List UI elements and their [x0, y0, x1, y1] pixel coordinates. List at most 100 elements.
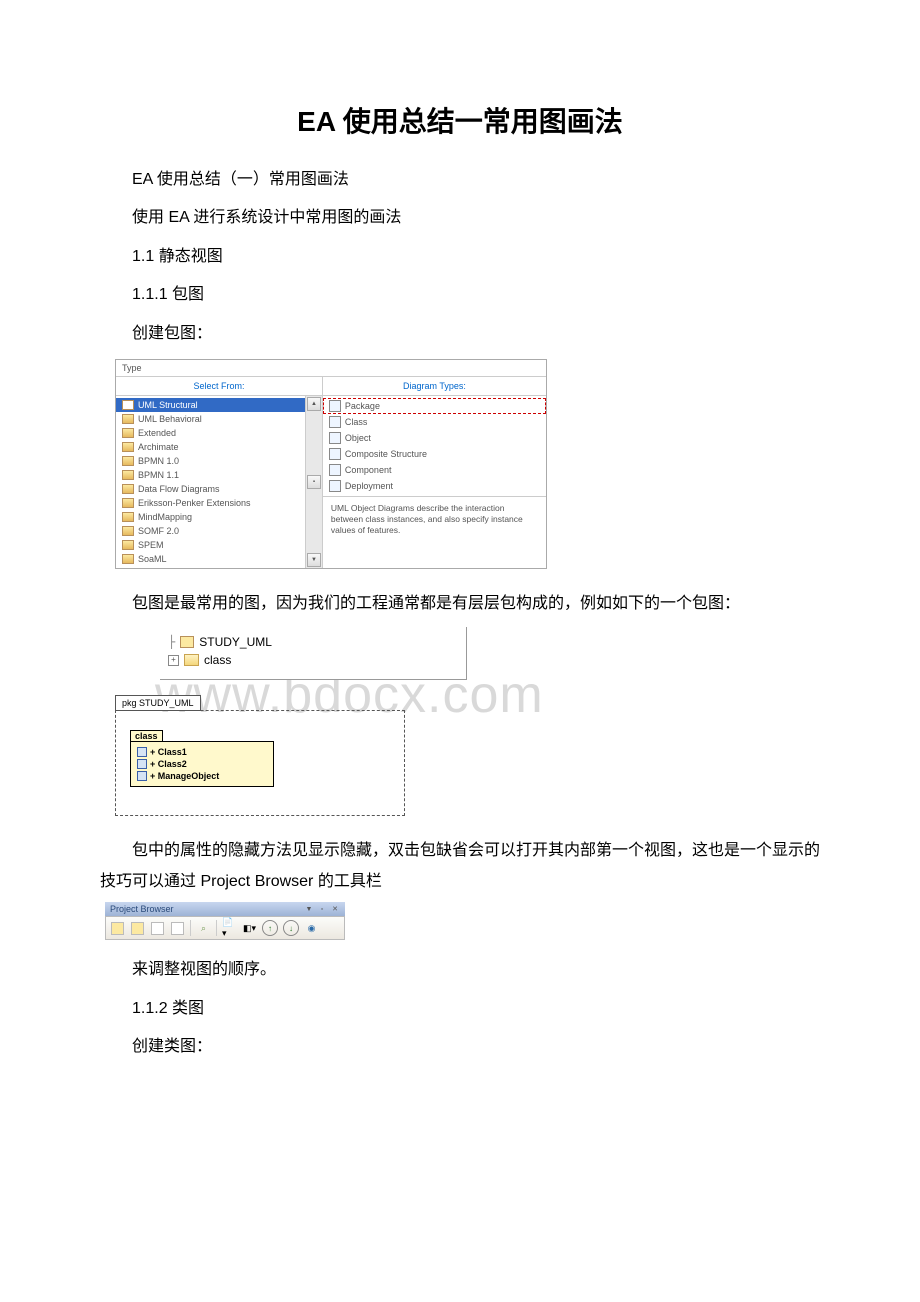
paragraph: 包中的属性的隐藏方法见显示隐藏，双击包缺省会可以打开其内部第一个视图，这也是一个…: [100, 836, 820, 897]
folder-icon: [122, 484, 134, 494]
scroll-mid-icon[interactable]: ▪: [307, 475, 321, 489]
list-item[interactable]: Deployment: [323, 478, 546, 494]
scrollbar[interactable]: ▲ ▪ ▼: [305, 396, 322, 568]
heading: 1.1 静态视图: [100, 242, 820, 272]
diagram-types-list[interactable]: Package Class Object Composite Structure…: [323, 396, 546, 496]
list-label: Component: [345, 465, 392, 475]
toolbar-title-label: Project Browser: [110, 904, 174, 914]
class-icon: [137, 747, 147, 757]
folder-icon: [122, 442, 134, 452]
list-item[interactable]: SPEM: [116, 538, 305, 552]
object-icon: [329, 432, 341, 444]
class-icon: [137, 771, 147, 781]
folder-icon: [122, 540, 134, 550]
pkg-inner-label: class: [130, 730, 163, 742]
list-label: Extended: [138, 428, 176, 438]
list-item[interactable]: Archimate: [116, 440, 305, 454]
project-tree[interactable]: ├ STUDY_UML + class: [160, 627, 467, 680]
list-item[interactable]: Composite Structure: [323, 446, 546, 462]
list-item[interactable]: SOMF 2.0: [116, 524, 305, 538]
list-item[interactable]: Object: [323, 430, 546, 446]
move-up-icon[interactable]: ↑: [262, 920, 278, 936]
expand-icon[interactable]: +: [168, 655, 179, 666]
new-element-icon[interactable]: [170, 921, 185, 935]
class-label: + ManageObject: [150, 771, 219, 781]
package-diagram: pkg STUDY_UML class + Class1 + Class2 + …: [115, 695, 405, 816]
settings-dropdown-icon[interactable]: ◧▾: [242, 921, 257, 935]
select-from-list[interactable]: UML Structural UML Behavioral Extended A…: [116, 396, 305, 568]
list-label: Package: [345, 401, 380, 411]
project-browser-toolbar: Project Browser ▼ ▫ ✕ ⌕ 📄▾ ◧▾ ↑ ↓ ◉: [105, 902, 345, 940]
folder-icon: [122, 414, 134, 424]
list-label: SPEM: [138, 540, 164, 550]
folder-icon: [122, 512, 134, 522]
list-item[interactable]: Component: [323, 462, 546, 478]
diagram-types-header: Diagram Types:: [323, 377, 546, 396]
tree-label: class: [204, 653, 231, 667]
list-item[interactable]: Data Flow Diagrams: [116, 482, 305, 496]
new-diagram-dialog: Type Select From: UML Structural UML Beh…: [115, 359, 547, 569]
folder-icon: [184, 654, 199, 666]
folder-icon: [122, 498, 134, 508]
folder-icon: [122, 456, 134, 466]
folder-icon: [122, 554, 134, 564]
list-label: Deployment: [345, 481, 393, 491]
list-label: Class: [345, 417, 368, 427]
pkg-inner-body: + Class1 + Class2 + ManageObject: [130, 741, 274, 787]
list-label: Archimate: [138, 442, 179, 452]
class-icon: [329, 416, 341, 428]
help-icon[interactable]: ◉: [304, 921, 319, 935]
search-icon[interactable]: ⌕: [196, 921, 211, 935]
scroll-up-icon[interactable]: ▲: [307, 397, 321, 411]
close-icon[interactable]: ✕: [330, 904, 340, 914]
pin-icon[interactable]: ▫: [317, 904, 327, 914]
list-label: UML Structural: [138, 400, 198, 410]
new-diagram-icon[interactable]: [150, 921, 165, 935]
list-item[interactable]: Package: [323, 398, 546, 414]
list-item[interactable]: Eriksson-Penker Extensions: [116, 496, 305, 510]
dropdown-icon[interactable]: ▼: [304, 904, 314, 914]
list-item[interactable]: UML Behavioral: [116, 412, 305, 426]
folder-icon: [122, 470, 134, 480]
pkg-class-row: + Class1: [137, 746, 267, 758]
tree-row[interactable]: ├ STUDY_UML: [168, 633, 458, 651]
toolbar-strip: ⌕ 📄▾ ◧▾ ↑ ↓ ◉: [105, 916, 345, 940]
deployment-icon: [329, 480, 341, 492]
list-item[interactable]: Extended: [116, 426, 305, 440]
scroll-down-icon[interactable]: ▼: [307, 553, 321, 567]
package-icon: [329, 400, 341, 412]
tree-label: STUDY_UML: [199, 635, 272, 649]
new-model-icon[interactable]: [110, 921, 125, 935]
toolbar-title-bar: Project Browser ▼ ▫ ✕: [105, 902, 345, 916]
folder-icon: [122, 526, 134, 536]
move-down-icon[interactable]: ↓: [283, 920, 299, 936]
list-item[interactable]: SoaML: [116, 552, 305, 566]
composite-icon: [329, 448, 341, 460]
new-package-icon[interactable]: [130, 921, 145, 935]
component-icon: [329, 464, 341, 476]
heading: 1.1.1 包图: [100, 280, 820, 310]
folder-icon: [122, 428, 134, 438]
list-item[interactable]: BPMN 1.1: [116, 468, 305, 482]
paragraph: 创建类图：: [100, 1032, 820, 1062]
list-label: BPMN 1.1: [138, 470, 179, 480]
doc-dropdown-icon[interactable]: 📄▾: [222, 921, 237, 935]
list-item[interactable]: MindMapping: [116, 510, 305, 524]
class-label: + Class2: [150, 759, 187, 769]
list-item[interactable]: UML Structural: [116, 398, 305, 412]
list-item[interactable]: BPMN 1.0: [116, 454, 305, 468]
list-item[interactable]: Class: [323, 414, 546, 430]
list-label: Eriksson-Penker Extensions: [138, 498, 251, 508]
list-label: SOMF 2.0: [138, 526, 179, 536]
list-label: MindMapping: [138, 512, 192, 522]
pkg-class-row: + Class2: [137, 758, 267, 770]
list-label: SoaML: [138, 554, 167, 564]
folder-icon: [122, 400, 134, 410]
diagram-icon: [180, 636, 194, 648]
tree-row[interactable]: + class: [168, 651, 458, 669]
page-title: EA 使用总结一常用图画法: [100, 100, 820, 140]
list-label: Data Flow Diagrams: [138, 484, 220, 494]
class-label: + Class1: [150, 747, 187, 757]
list-label: BPMN 1.0: [138, 456, 179, 466]
separator: [216, 920, 217, 936]
